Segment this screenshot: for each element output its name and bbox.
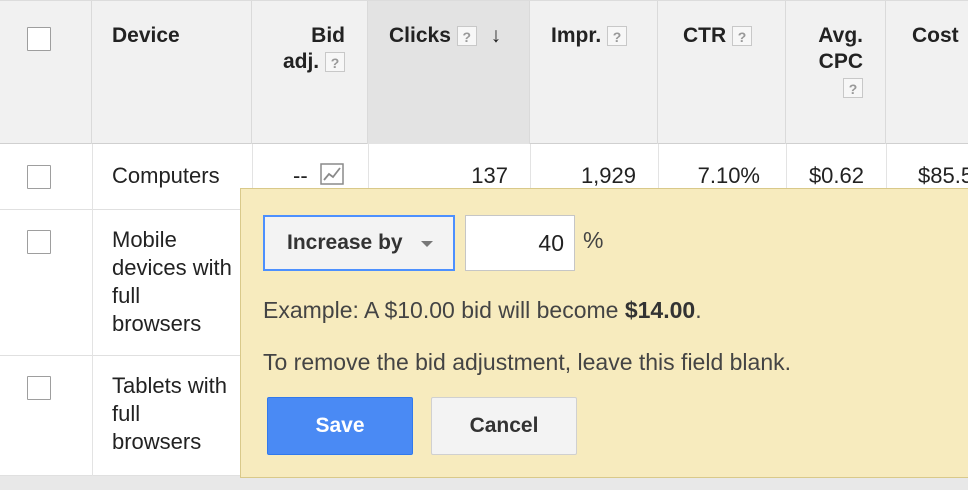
column-divider bbox=[530, 144, 531, 188]
adjustment-mode-dropdown[interactable]: Increase by bbox=[263, 215, 455, 271]
header-avg-cpc[interactable]: Avg. CPC ? bbox=[818, 23, 863, 101]
column-divider bbox=[92, 144, 93, 476]
chevron-down-icon bbox=[421, 241, 433, 247]
header-clicks-col[interactable]: Clicks ? ↓ bbox=[368, 1, 530, 145]
header-avg-cpc-line1: Avg. bbox=[818, 24, 863, 47]
help-icon[interactable]: ? bbox=[325, 52, 345, 73]
select-all-checkbox[interactable] bbox=[27, 27, 51, 51]
help-icon[interactable]: ? bbox=[607, 26, 628, 47]
header-select-col bbox=[0, 1, 92, 145]
header-ctr-label: CTR bbox=[683, 24, 727, 47]
example-value: $14.00 bbox=[624, 297, 696, 323]
header-avg-cpc-line2: CPC bbox=[818, 50, 863, 73]
header-impr[interactable]: Impr. ? bbox=[551, 23, 628, 49]
help-icon[interactable]: ? bbox=[456, 26, 477, 47]
header-bid-adj-line1: Bid bbox=[311, 24, 345, 47]
row-checkbox[interactable] bbox=[27, 230, 51, 254]
cancel-button[interactable]: Cancel bbox=[431, 397, 577, 455]
row-checkbox[interactable] bbox=[27, 376, 51, 400]
example-prefix: Example: A $10.00 bid will become bbox=[263, 297, 625, 323]
percent-unit: % bbox=[583, 227, 604, 253]
header-device[interactable]: Device bbox=[112, 23, 180, 49]
header-impr-label: Impr. bbox=[551, 24, 602, 47]
device-cell: Mobile devices with full browsers bbox=[112, 227, 232, 336]
adjustment-mode-label: Increase by bbox=[287, 231, 403, 254]
header-impr-col[interactable]: Impr. ? bbox=[530, 1, 658, 145]
table-footer bbox=[0, 476, 968, 490]
header-bid-adj-col[interactable]: Bid adj. ? bbox=[252, 1, 368, 145]
row-checkbox[interactable] bbox=[27, 165, 51, 189]
header-bid-adj[interactable]: Bid adj. ? bbox=[283, 23, 345, 75]
column-divider bbox=[786, 144, 787, 188]
bid-adj-value: -- bbox=[293, 163, 308, 188]
header-ctr-col[interactable]: CTR ? bbox=[658, 1, 786, 145]
remove-hint: To remove the bid adjustment, leave this… bbox=[263, 349, 792, 375]
bid-adjustment-popup: Increase by 40 % Example: A $10.00 bid w… bbox=[240, 188, 968, 478]
save-button[interactable]: Save bbox=[267, 397, 413, 455]
example-text: Example: A $10.00 bid will become $14.00… bbox=[263, 297, 702, 324]
impr-cell: 1,929 bbox=[580, 163, 636, 188]
header-cost[interactable]: Cost bbox=[912, 23, 959, 49]
clicks-cell: 137 bbox=[471, 163, 508, 188]
table-header: Device Bid adj. ? Clicks ? ↓ Impr. ? CTR… bbox=[0, 0, 968, 145]
avg-cpc-cell: $0.62 bbox=[808, 163, 864, 188]
ctr-cell: 7.10% bbox=[697, 163, 760, 188]
header-clicks-label: Clicks bbox=[389, 24, 451, 47]
header-avg-cpc-col[interactable]: Avg. CPC ? bbox=[786, 1, 886, 145]
header-cost-col[interactable]: Cost bbox=[886, 1, 968, 145]
cost-cell: $85.5 bbox=[918, 163, 968, 188]
example-suffix: . bbox=[695, 297, 702, 323]
column-divider bbox=[368, 144, 369, 188]
header-bid-adj-line2: adj. bbox=[282, 50, 320, 73]
header-ctr[interactable]: CTR ? bbox=[683, 23, 753, 49]
sort-desc-icon[interactable]: ↓ bbox=[491, 24, 502, 47]
help-icon[interactable]: ? bbox=[843, 78, 863, 99]
column-divider bbox=[886, 144, 887, 188]
help-icon[interactable]: ? bbox=[732, 26, 753, 47]
column-divider bbox=[658, 144, 659, 188]
adjustment-value-input[interactable]: 40 bbox=[465, 215, 575, 271]
header-clicks[interactable]: Clicks ? ↓ bbox=[389, 23, 501, 49]
device-cell: Tablets with full browsers bbox=[112, 373, 227, 454]
device-cell: Computers bbox=[112, 163, 220, 188]
header-device-col[interactable]: Device bbox=[92, 1, 252, 145]
